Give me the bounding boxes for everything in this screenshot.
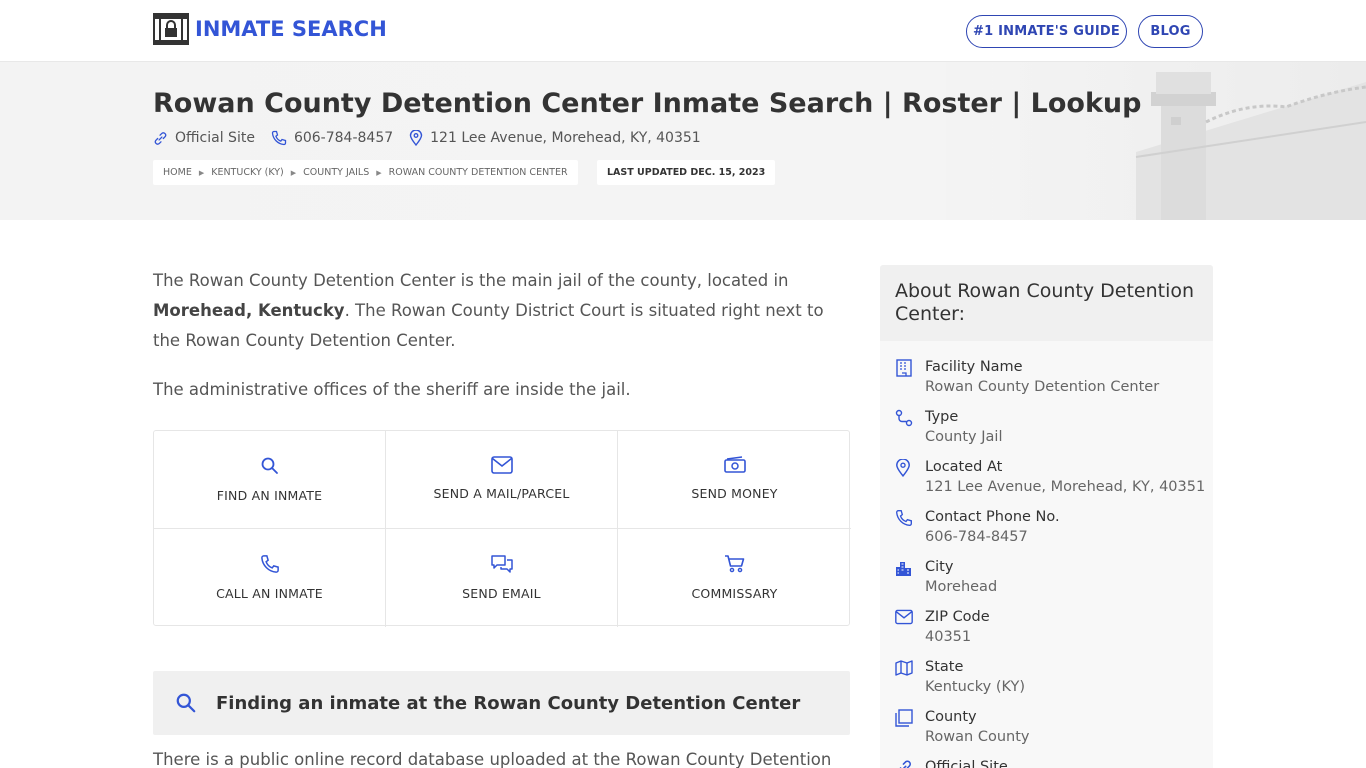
info-row-type: Type County Jail — [895, 407, 1002, 447]
site-logo[interactable]: INMATE SEARCH — [153, 13, 387, 45]
send-mail-button[interactable]: SEND A MAIL/PARCEL — [386, 431, 618, 529]
link-icon — [154, 131, 167, 145]
address: 121 Lee Avenue, Morehead, KY, 40351 — [409, 130, 701, 146]
info-value: County Jail — [925, 429, 1003, 445]
info-value: Kentucky (KY) — [925, 679, 1025, 695]
city-icon — [896, 562, 911, 576]
official-site-link[interactable]: Official Site — [153, 130, 255, 146]
inmates-guide-button[interactable]: #1 INMATE'S GUIDE — [966, 15, 1127, 48]
building-icon — [896, 359, 912, 377]
breadcrumb-county-jails[interactable]: COUNTY JAILS — [303, 167, 369, 178]
info-value: 121 Lee Avenue, Morehead, KY, 40351 — [925, 479, 1206, 495]
send-mail-label[interactable]: SEND A MAIL/PARCEL — [433, 486, 569, 501]
link-icon — [899, 760, 911, 768]
info-value: Rowan County Detention Center — [925, 379, 1160, 395]
find-inmate-label[interactable]: FIND AN INMATE — [217, 488, 322, 503]
cart-icon — [724, 555, 744, 573]
envelope-icon — [895, 609, 913, 625]
breadcrumb-separator-icon: ▶ — [290, 168, 297, 177]
send-email-button[interactable]: SEND EMAIL — [386, 529, 618, 627]
info-value: Morehead — [925, 579, 998, 595]
call-inmate-button[interactable]: CALL AN INMATE — [154, 529, 386, 627]
info-label: County — [925, 709, 977, 725]
commissary-label[interactable]: COMMISSARY — [692, 586, 778, 601]
phone-icon — [271, 130, 287, 146]
body-paragraph: There is a public online record database… — [153, 750, 832, 768]
phone-icon — [260, 555, 279, 573]
info-row-zip: ZIP Code 40351 — [895, 607, 990, 647]
info-label: ZIP Code — [925, 609, 990, 625]
search-icon — [261, 457, 278, 474]
page-title: Rowan County Detention Center Inmate Sea… — [153, 88, 1142, 119]
info-row-state: State Kentucky (KY) — [895, 657, 1025, 697]
breadcrumb-separator-icon: ▶ — [376, 168, 382, 177]
intro-location: Morehead, Kentucky — [153, 301, 345, 320]
official-site-label[interactable]: Official Site — [175, 130, 255, 146]
money-icon — [723, 456, 746, 473]
info-value[interactable]: 606-784-8457 — [925, 527, 1060, 547]
sidebar-title: About Rowan County Detention Center: — [880, 265, 1213, 341]
info-value: Rowan County — [925, 729, 1030, 745]
intro-paragraph: The Rowan County Detention Center is the… — [153, 266, 853, 356]
prison-lock-icon — [153, 13, 189, 45]
info-row-facility-name: Facility Name Rowan County Detention Cent… — [895, 357, 1159, 397]
location-pin-icon — [409, 130, 423, 146]
chat-icon — [490, 555, 513, 573]
intro-paragraph-2: The administrative offices of the sherif… — [153, 380, 631, 399]
breadcrumb-separator-icon: ▶ — [198, 168, 205, 177]
info-value: 40351 — [925, 629, 972, 645]
send-email-label[interactable]: SEND EMAIL — [462, 586, 541, 601]
info-label: State — [925, 659, 964, 675]
send-money-label[interactable]: SEND MONEY — [691, 486, 777, 501]
info-row-located-at: Located At 121 Lee Avenue, Morehead, KY, … — [895, 457, 1205, 497]
last-updated-badge: LAST UPDATED DEC. 15, 2023 — [597, 160, 776, 185]
facility-info-sidebar: About Rowan County Detention Center: Fac… — [880, 265, 1213, 768]
info-label: Type — [925, 409, 959, 425]
info-row-city: City Morehead — [895, 557, 997, 597]
info-label[interactable]: Official Site — [925, 757, 1008, 768]
finding-inmate-heading: Finding an inmate at the Rowan County De… — [216, 692, 801, 714]
breadcrumb: HOME ▶ KENTUCKY (KY) ▶ COUNTY JAILS ▶ RO… — [153, 160, 578, 185]
finding-inmate-section-header: Finding an inmate at the Rowan County De… — [153, 671, 850, 735]
call-inmate-label[interactable]: CALL AN INMATE — [216, 586, 323, 601]
info-label: City — [925, 559, 954, 575]
info-label: Facility Name — [925, 359, 1023, 375]
top-navbar: INMATE SEARCH #1 INMATE'S GUIDE BLOG — [0, 0, 1366, 62]
send-money-button[interactable]: SEND MONEY — [618, 431, 851, 529]
breadcrumb-home[interactable]: HOME — [163, 167, 192, 178]
breadcrumb-state[interactable]: KENTUCKY (KY) — [211, 167, 284, 178]
info-row-phone: Contact Phone No. 606-784-8457 — [895, 507, 1060, 547]
info-row-official-site: Official Site — [895, 757, 1008, 768]
phone-number[interactable]: 606-784-8457 — [294, 130, 393, 146]
mail-icon — [490, 456, 513, 474]
prison-tower-illustration — [946, 62, 1366, 220]
action-grid: FIND AN INMATE SEND A MAIL/PARCEL SEND M… — [153, 430, 851, 627]
phone-icon — [896, 510, 912, 526]
location-pin-icon — [896, 458, 910, 478]
find-inmate-button[interactable]: FIND AN INMATE — [154, 431, 386, 529]
breadcrumb-current: ROWAN COUNTY DETENTION CENTER — [388, 167, 568, 178]
search-icon — [176, 693, 196, 713]
info-label: Located At — [925, 459, 1003, 475]
commissary-button[interactable]: COMMISSARY — [618, 529, 851, 627]
facility-meta: Official Site 606-784-8457 121 Lee Avenu… — [153, 130, 717, 146]
layers-icon — [895, 709, 913, 727]
intro-text-a: The Rowan County Detention Center is the… — [153, 271, 789, 290]
logo-text[interactable]: INMATE SEARCH — [195, 17, 387, 41]
info-row-county: County Rowan County — [895, 707, 1029, 747]
map-icon — [895, 660, 913, 676]
phone-link[interactable]: 606-784-8457 — [271, 130, 393, 146]
address-text: 121 Lee Avenue, Morehead, KY, 40351 — [430, 130, 701, 146]
info-label: Contact Phone No. — [925, 509, 1060, 525]
hero-banner: Rowan County Detention Center Inmate Sea… — [0, 62, 1366, 220]
blog-button[interactable]: BLOG — [1138, 15, 1203, 48]
route-icon — [895, 409, 913, 427]
